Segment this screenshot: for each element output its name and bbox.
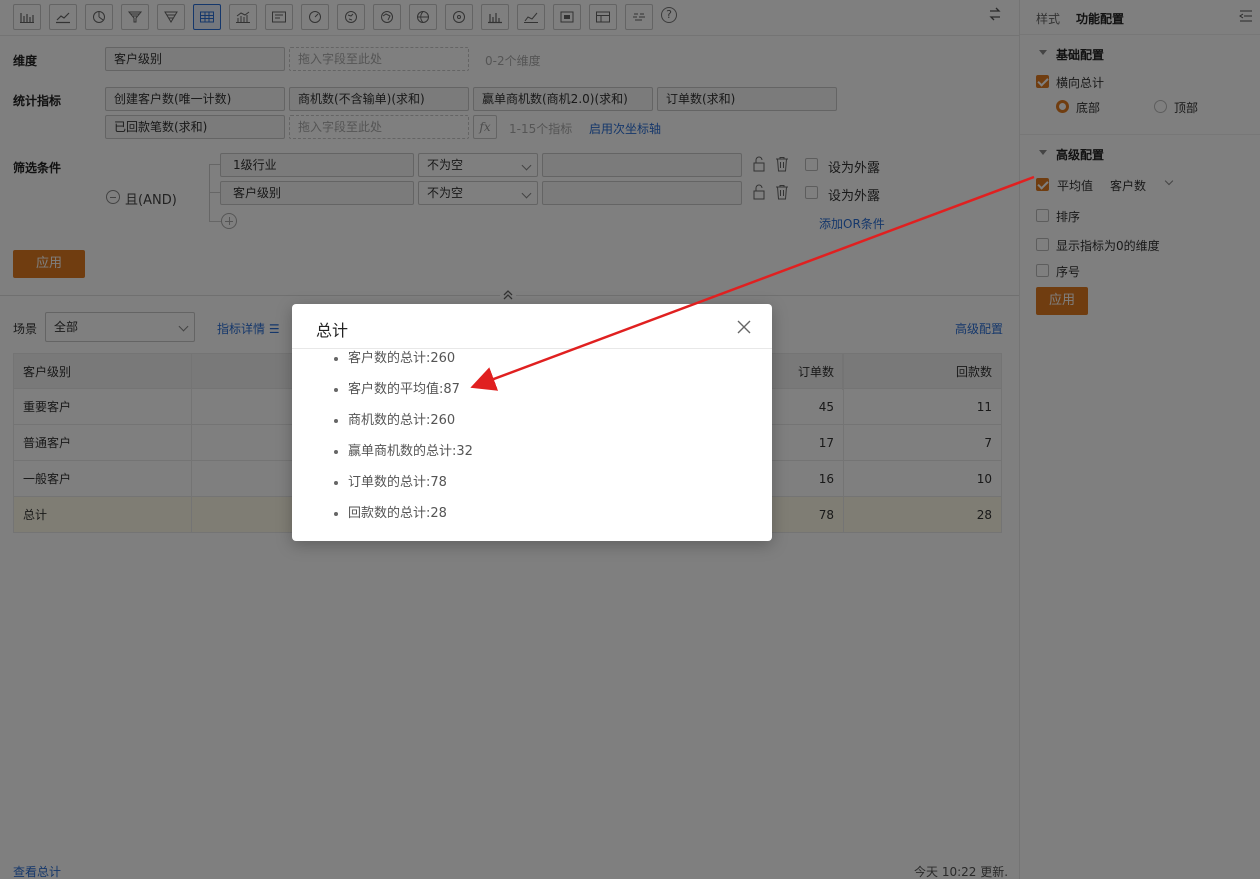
annotation-arrow	[470, 175, 1035, 391]
